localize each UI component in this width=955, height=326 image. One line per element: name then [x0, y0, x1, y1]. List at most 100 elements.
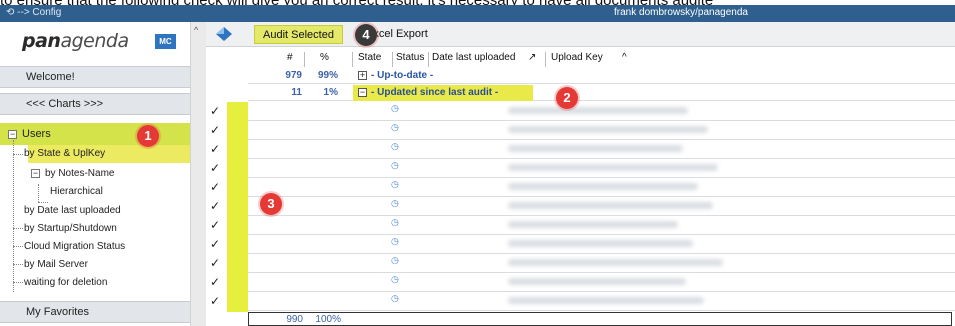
check-icon[interactable]: ✓	[210, 104, 220, 118]
tree-item-by-state-uplkey[interactable]: by State & UplKey	[24, 145, 105, 163]
tree-branch	[13, 154, 23, 155]
category-label: + - Up-to-date -	[358, 69, 434, 81]
collapse-icon[interactable]: −	[358, 87, 367, 97]
column-divider	[392, 52, 393, 67]
count-cell: 979	[285, 70, 302, 81]
column-divider	[304, 52, 305, 67]
check-icon[interactable]: ✓	[210, 123, 220, 137]
user-path: frank dombrowsky/panagenda	[614, 7, 748, 18]
back-to-config-link[interactable]: ⟲ --> Config	[6, 7, 61, 18]
check-icon[interactable]: ✓	[210, 161, 220, 175]
percent-cell: 99%	[317, 70, 338, 81]
blurred-upload-key	[508, 240, 693, 247]
expand-icon[interactable]: +	[358, 70, 367, 80]
blurred-upload-key	[508, 164, 718, 171]
blurred-upload-key	[508, 107, 688, 114]
tree-item-cloud-migration-status[interactable]: Cloud Migration Status	[24, 238, 125, 256]
clock-icon: ◷	[391, 103, 399, 113]
tree-line	[13, 140, 14, 292]
top-banner: to ensure that the following check will …	[0, 0, 955, 22]
clock-icon: ◷	[391, 122, 399, 132]
blurred-upload-key	[508, 259, 723, 266]
header-percent[interactable]: %	[320, 52, 329, 63]
favorites-button[interactable]: My Favorites	[0, 301, 190, 323]
scroll-up-icon[interactable]: ^	[194, 25, 198, 35]
header-upload-key[interactable]: Upload Key	[551, 52, 603, 63]
clock-icon: ◷	[391, 179, 399, 189]
left-navigation: panagenda MC ^ Welcome! <<< Charts >>> −…	[0, 22, 206, 326]
blurred-upload-key	[508, 221, 678, 228]
totals-row: 990 100%	[248, 312, 952, 326]
view-tree: − Users by State & UplKey − by Notes-Name …	[0, 123, 190, 298]
check-icon[interactable]: ✓	[210, 237, 220, 251]
callout-4: 4	[355, 24, 377, 46]
welcome-button[interactable]: Welcome!	[0, 66, 190, 88]
total-percent: 100%	[315, 314, 341, 325]
tree-branch	[13, 228, 23, 229]
audit-selected-button[interactable]: Audit Selected	[254, 25, 343, 44]
check-icon[interactable]: ✓	[210, 256, 220, 270]
category-row-updated-since-audit[interactable]: 11 1% − - Updated since last audit -	[248, 85, 955, 101]
clock-icon: ◷	[391, 236, 399, 246]
check-icon[interactable]: ✓	[210, 275, 220, 289]
check-icon[interactable]: ✓	[210, 199, 220, 213]
count-cell: 11	[291, 87, 302, 98]
results-grid: # % State Status Date last uploaded ↗ Up…	[206, 47, 955, 326]
sort-icon[interactable]: ↗	[528, 52, 536, 63]
blurred-upload-key	[508, 183, 698, 190]
clock-icon: ◷	[391, 255, 399, 265]
tree-item-waiting-for-deletion[interactable]: waiting for deletion	[24, 274, 107, 292]
collapse-icon[interactable]: −	[8, 129, 17, 139]
nav-scrollbar[interactable]: ^	[190, 22, 206, 326]
selected-rows-highlight	[227, 102, 248, 312]
callout-1: 1	[137, 125, 159, 147]
tree-item-hierarchical[interactable]: Hierarchical	[50, 183, 103, 201]
blurred-upload-key	[508, 126, 708, 133]
header-status[interactable]: Status	[396, 52, 424, 63]
charts-button[interactable]: <<< Charts >>>	[0, 93, 190, 115]
tree-item-by-startup-shutdown[interactable]: by Startup/Shutdown	[24, 220, 117, 238]
header-count[interactable]: #	[287, 52, 293, 63]
percent-cell: 1%	[323, 87, 338, 98]
clock-icon: ◷	[391, 274, 399, 284]
tree-branch	[13, 282, 23, 283]
column-divider	[545, 52, 546, 67]
check-icon[interactable]: ✓	[210, 218, 220, 232]
header-state[interactable]: State	[358, 52, 381, 63]
tree-branch	[13, 264, 23, 265]
collapse-icon[interactable]: −	[31, 168, 40, 178]
sort-ascending-icon[interactable]: ^	[622, 52, 627, 63]
blurred-upload-key	[508, 145, 683, 152]
nav-header: panagenda MC	[0, 22, 190, 62]
mc-badge: MC	[155, 34, 176, 49]
check-icon[interactable]: ✓	[210, 294, 220, 308]
diamond-logo-icon	[216, 27, 232, 41]
blurred-upload-key	[508, 297, 704, 304]
grid-header: # % State Status Date last uploaded ↗ Up…	[206, 52, 955, 67]
toolbar: Audit Selected Excel Export	[206, 22, 955, 47]
total-count: 990	[286, 314, 303, 325]
tree-item-users[interactable]: − Users	[8, 125, 51, 143]
check-icon[interactable]: ✓	[210, 180, 220, 194]
clock-icon: ◷	[391, 198, 399, 208]
blurred-upload-key	[508, 202, 713, 209]
callout-2: 2	[556, 87, 578, 109]
column-divider	[352, 52, 353, 67]
header-date-last-uploaded[interactable]: Date last uploaded	[432, 52, 515, 63]
tree-branch	[13, 246, 23, 247]
blurred-upload-key	[508, 278, 686, 285]
tree-item-by-notes-name[interactable]: − by Notes-Name	[31, 165, 114, 183]
title-bar: ⟲ --> Config frank dombrowsky/panagenda	[0, 5, 955, 22]
tree-item-by-mail-server[interactable]: by Mail Server	[24, 256, 88, 274]
category-label: − - Updated since last audit -	[358, 86, 499, 98]
clock-icon: ◷	[391, 217, 399, 227]
check-icon[interactable]: ✓	[210, 142, 220, 156]
clock-icon: ◷	[391, 160, 399, 170]
panagenda-logo: panagenda	[22, 30, 129, 52]
category-row-up-to-date[interactable]: 979 99% + - Up-to-date -	[248, 68, 955, 84]
tree-line	[38, 184, 39, 202]
tree-item-by-date-last-uploaded[interactable]: by Date last uploaded	[24, 202, 121, 220]
clock-icon: ◷	[391, 293, 399, 303]
column-divider	[428, 52, 429, 67]
clock-icon: ◷	[391, 141, 399, 151]
